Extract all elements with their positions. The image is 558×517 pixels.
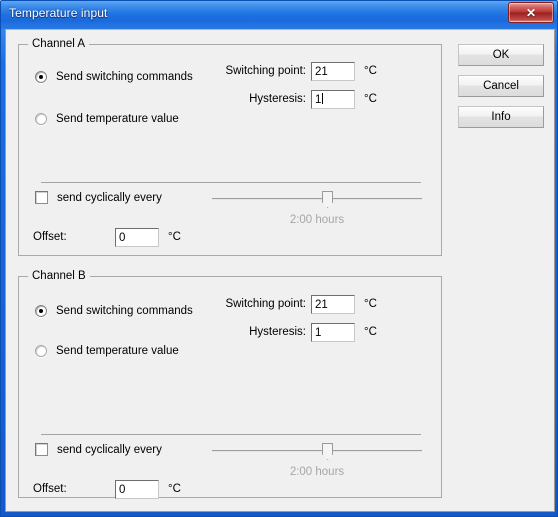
radio-indicator-icon xyxy=(35,345,47,357)
close-icon: ✕ xyxy=(525,5,537,20)
channel-b-radio-send-switching-commands-label: Send switching commands xyxy=(56,305,193,317)
channel-b-separator xyxy=(41,434,421,435)
channel-b-send-cyclically-checkbox[interactable]: send cyclically every xyxy=(35,443,162,456)
channel-a-hysteresis-input[interactable]: 1 xyxy=(311,90,355,109)
channel-b-offset-input[interactable]: 0 xyxy=(115,480,159,499)
channel-a-cycle-slider-thumb[interactable] xyxy=(322,191,333,203)
channel-a-send-cyclically-checkbox[interactable]: send cyclically every xyxy=(35,191,162,204)
channel-b-send-cyclically-label: send cyclically every xyxy=(57,443,162,456)
close-button[interactable]: ✕ xyxy=(508,2,554,23)
channel-b-hysteresis-input[interactable]: 1 xyxy=(311,323,355,342)
channel-a-separator xyxy=(41,182,421,183)
channel-b-switching-point-label: Switching point: xyxy=(225,298,306,310)
channel-a-switching-point-input[interactable]: 21 xyxy=(311,62,355,81)
channel-b-cycle-slider-thumb[interactable] xyxy=(322,443,333,455)
window-title: Temperature input xyxy=(9,6,108,20)
channel-b-cycle-slider[interactable] xyxy=(212,443,422,459)
group-channel-b-legend: Channel B xyxy=(28,270,90,282)
channel-b-radio-send-temperature-value[interactable]: Send temperature value xyxy=(35,345,179,357)
channel-a-radio-send-temperature-value[interactable]: Send temperature value xyxy=(35,113,179,125)
channel-b-switching-point-input[interactable]: 21 xyxy=(311,295,355,314)
channel-b-hysteresis-label: Hysteresis: xyxy=(249,326,306,338)
group-channel-a: Channel A Send switching commands Send t… xyxy=(18,38,442,256)
channel-b-radio-send-temperature-value-label: Send temperature value xyxy=(56,345,179,357)
channel-b-offset-label: Offset: xyxy=(33,483,67,495)
channel-a-cycle-slider[interactable] xyxy=(212,191,422,207)
channel-a-hysteresis-unit: °C xyxy=(364,93,377,105)
channel-a-cycle-slider-value: 2:00 hours xyxy=(289,214,345,226)
channel-b-switching-point-unit: °C xyxy=(364,298,377,310)
radio-indicator-icon xyxy=(35,113,47,125)
channel-a-send-cyclically-label: send cyclically every xyxy=(57,191,162,204)
channel-a-offset-input[interactable]: 0 xyxy=(115,228,159,247)
radio-indicator-icon xyxy=(35,305,47,317)
checkbox-indicator-icon xyxy=(35,191,48,204)
channel-a-radio-send-temperature-value-label: Send temperature value xyxy=(56,113,179,125)
group-channel-a-legend: Channel A xyxy=(28,38,90,50)
channel-b-hysteresis-unit: °C xyxy=(364,326,377,338)
cancel-button[interactable]: Cancel xyxy=(458,75,544,97)
radio-indicator-icon xyxy=(35,71,47,83)
dialog-client-area: Channel A Send switching commands Send t… xyxy=(5,29,555,512)
ok-button[interactable]: OK xyxy=(458,44,544,66)
channel-b-offset-unit: °C xyxy=(168,483,181,495)
channel-a-switching-point-unit: °C xyxy=(364,65,377,77)
channel-b-cycle-slider-track[interactable] xyxy=(212,450,422,452)
channel-a-offset-unit: °C xyxy=(168,231,181,243)
checkbox-indicator-icon xyxy=(35,443,48,456)
channel-b-radio-send-switching-commands[interactable]: Send switching commands xyxy=(35,305,193,317)
group-channel-b: Channel B Send switching commands Send t… xyxy=(18,270,442,499)
channel-a-radio-send-switching-commands[interactable]: Send switching commands xyxy=(35,71,193,83)
dialog-window: Temperature input ✕ Channel A Send switc… xyxy=(0,0,558,517)
channel-a-offset-label: Offset: xyxy=(33,231,67,243)
channel-a-cycle-slider-track[interactable] xyxy=(212,198,422,200)
channel-a-radio-send-switching-commands-label: Send switching commands xyxy=(56,71,193,83)
info-button[interactable]: Info xyxy=(458,106,544,128)
channel-a-hysteresis-label: Hysteresis: xyxy=(249,93,306,105)
channel-a-switching-point-label: Switching point: xyxy=(225,65,306,77)
titlebar[interactable]: Temperature input ✕ xyxy=(1,1,557,29)
channel-b-cycle-slider-value: 2:00 hours xyxy=(289,466,345,478)
